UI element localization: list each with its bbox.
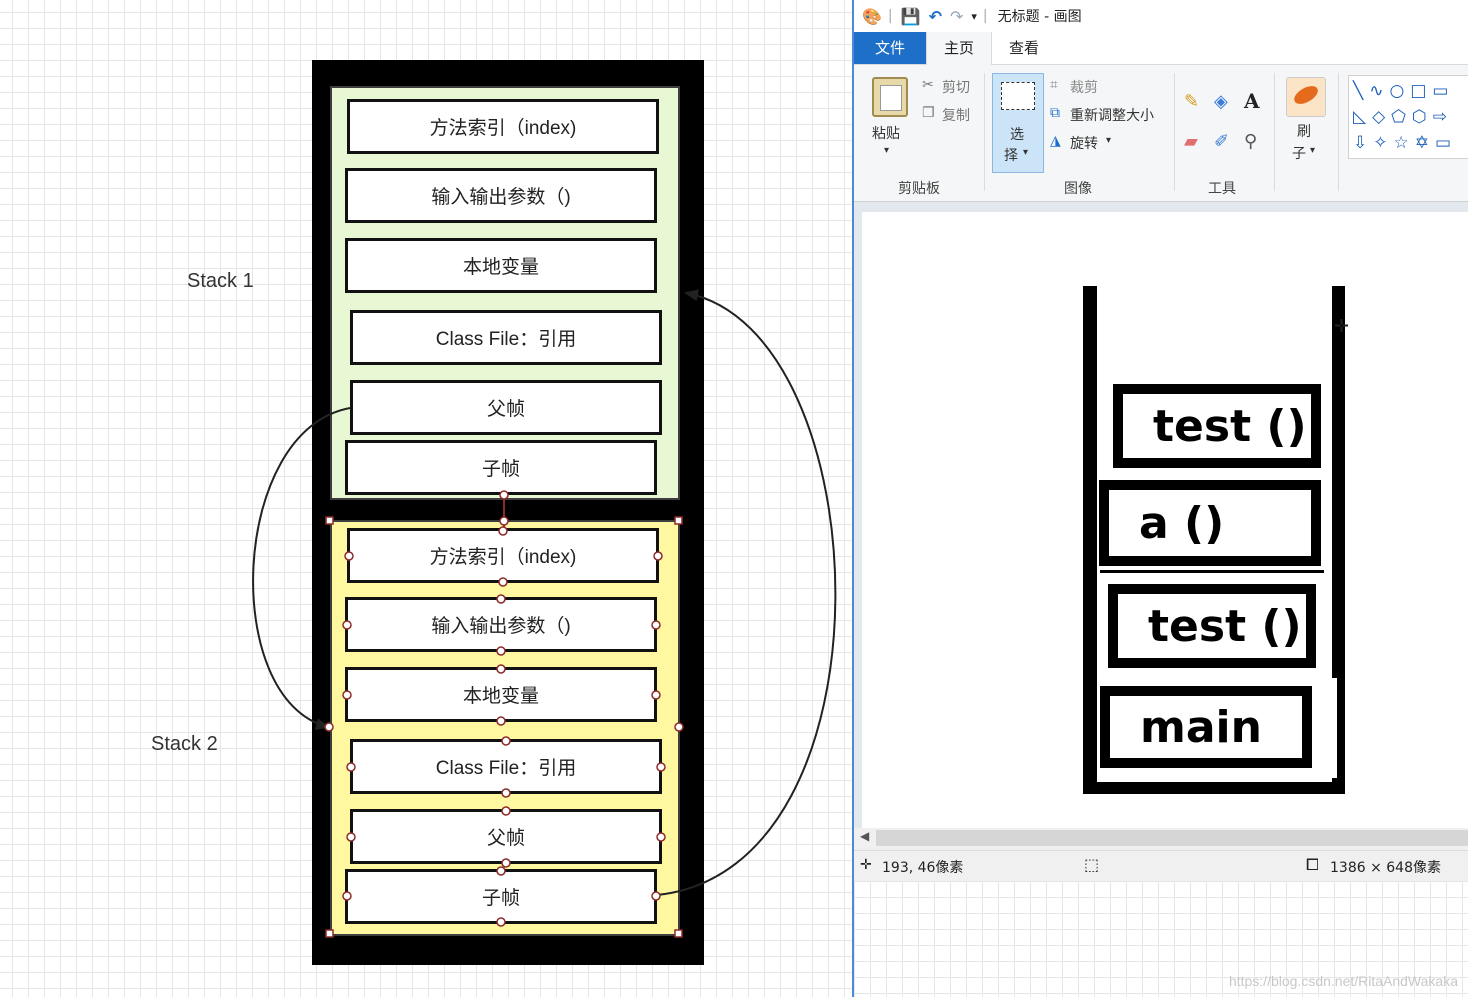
- image-group-label: 图像: [1064, 181, 1092, 197]
- pencil-icon[interactable]: ✎: [1184, 91, 1199, 112]
- brush-icon[interactable]: [1286, 77, 1326, 117]
- paste-button[interactable]: 粘贴: [872, 123, 900, 143]
- scrollbar-thumb[interactable]: [876, 830, 1468, 846]
- cut-button[interactable]: 剪切: [942, 77, 970, 97]
- ribbon: 粘贴 ▾ ✂ 剪切 ❐ 复制 剪贴板 选 择 ▾ ⌗ 裁剪 ⧉ 重新调整大小 ◮…: [854, 65, 1468, 202]
- select-button[interactable]: 选 择 ▾: [992, 73, 1044, 173]
- shapes-icons[interactable]: ╲∿○□▭ ◺◇⬠⬡⇨ ⇩✧☆✡▭: [1353, 78, 1457, 156]
- rotate-chevron-icon: ▾: [1106, 135, 1112, 146]
- watermark: https://blog.csdn.net/RitaAndWakaka: [1228, 973, 1458, 989]
- horizontal-scrollbar[interactable]: ◀: [854, 828, 1468, 848]
- eraser-icon[interactable]: ▰: [1184, 131, 1198, 152]
- paint-canvas[interactable]: test () a () test () main ✛: [862, 212, 1468, 828]
- customize-chevron-icon[interactable]: ▾: [971, 10, 977, 23]
- crop-icon: ⌗: [1050, 77, 1058, 93]
- text-tool-icon[interactable]: A: [1244, 89, 1260, 113]
- copy-button[interactable]: 复制: [942, 105, 970, 125]
- clipboard-group-label: 剪贴板: [898, 181, 940, 197]
- brushes-label-1[interactable]: 刷: [1297, 121, 1311, 141]
- resize-button[interactable]: 重新调整大小: [1070, 105, 1154, 125]
- drawn-frame-test-bottom: test (): [1108, 584, 1316, 668]
- tab-file[interactable]: 文件: [854, 32, 926, 64]
- child-to-stack1-arrow[interactable]: [656, 289, 837, 896]
- drawn-frame-main: main: [1100, 686, 1312, 768]
- rotate-button[interactable]: 旋转: [1070, 133, 1098, 153]
- fill-bucket-icon[interactable]: ◈: [1214, 91, 1228, 112]
- status-bar: ✛ 193, 46像素 ⬚ ⧠ 1386 × 648像素: [854, 850, 1468, 881]
- drawn-frame-test-top: test (): [1113, 384, 1321, 468]
- paint-titlebar[interactable]: 🎨 | 💾 ↶ ↷ ▾ | 无标题 - 画图: [854, 0, 1468, 32]
- paint-app-icon[interactable]: 🎨: [862, 7, 882, 26]
- selection-size-icon: ⬚: [1084, 855, 1100, 874]
- tools-group-label: 工具: [1208, 181, 1236, 197]
- undo-icon[interactable]: ↶: [929, 7, 942, 26]
- copy-icon: ❐: [922, 105, 935, 121]
- select-label-1: 选: [1010, 127, 1024, 143]
- cursor-position: 193, 46像素: [882, 860, 964, 876]
- image-size-icon: ⧠: [1306, 855, 1319, 874]
- ribbon-tabs: 文件 主页 查看: [854, 32, 1468, 65]
- window-title: 无标题 - 画图: [997, 9, 1082, 25]
- brushes-label-2[interactable]: 子: [1292, 143, 1306, 163]
- magnifier-icon[interactable]: ⚲: [1244, 131, 1257, 152]
- drawn-frame-a: a (): [1099, 480, 1321, 566]
- tab-view[interactable]: 查看: [994, 32, 1054, 64]
- paint-window[interactable]: 🎨 | 💾 ↶ ↷ ▾ | 无标题 - 画图 文件 主页 查看 粘贴 ▾ ✂ 剪…: [852, 0, 1468, 997]
- scissors-icon: ✂: [922, 77, 934, 93]
- brushes-chevron-icon[interactable]: ▾: [1310, 145, 1315, 156]
- parent-to-stack2-arrow[interactable]: [252, 407, 351, 730]
- redo-icon[interactable]: ↷: [950, 7, 963, 26]
- crop-button[interactable]: 裁剪: [1070, 77, 1098, 97]
- save-icon[interactable]: 💾: [901, 7, 921, 26]
- select-label-2: 择: [1004, 148, 1018, 164]
- drawn-stack-bottom: [1083, 782, 1345, 794]
- image-size: 1386 × 648像素: [1330, 860, 1441, 876]
- color-picker-icon[interactable]: ✐: [1214, 131, 1229, 152]
- resize-icon: ⧉: [1050, 105, 1060, 121]
- paste-icon[interactable]: [872, 77, 908, 117]
- cursor-position-icon: ✛: [860, 857, 872, 873]
- drawn-stack-left-wall: [1083, 286, 1097, 794]
- paste-chevron-icon[interactable]: ▾: [884, 145, 889, 156]
- select-rect-icon: [1001, 82, 1035, 110]
- connector-layer: [252, 289, 837, 938]
- scroll-left-icon[interactable]: ◀: [860, 829, 869, 843]
- select-chevron-icon: ▾: [1023, 147, 1029, 158]
- paint-workspace: test () a () test () main ✛: [854, 202, 1468, 828]
- crosshair-cursor-icon: ✛: [1334, 316, 1350, 337]
- rotate-icon: ◮: [1050, 133, 1061, 149]
- diagram-canvas[interactable]: Stack 1 Stack 2 方法索引（index) 输入输出参数（) 本地变…: [0, 0, 852, 997]
- shapes-gallery[interactable]: ╲∿○□▭ ◺◇⬠⬡⇨ ⇩✧☆✡▭: [1348, 75, 1468, 159]
- tab-home[interactable]: 主页: [926, 32, 992, 65]
- background-grid-area: https://blog.csdn.net/RitaAndWakaka: [854, 881, 1468, 997]
- selection-handles[interactable]: [324, 490, 684, 938]
